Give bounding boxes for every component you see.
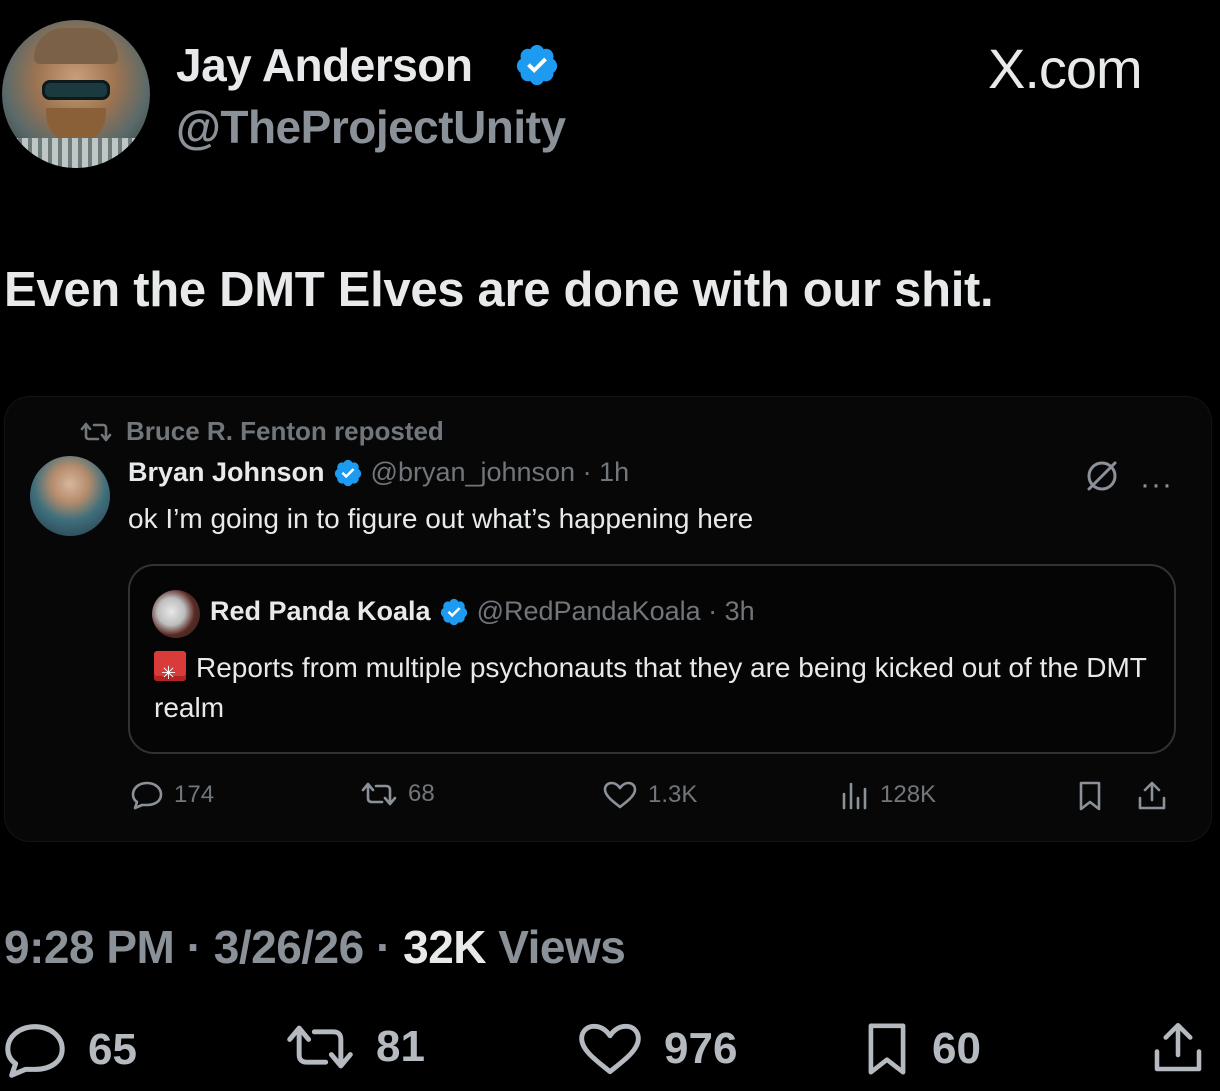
embedded-views-button[interactable]: 128K (840, 780, 936, 810)
verified-badge-icon (333, 458, 363, 488)
embedded-author-name[interactable]: Bryan Johnson (128, 457, 325, 488)
views-label: Views (486, 921, 626, 973)
verified-badge-icon (514, 42, 560, 88)
reply-icon (2, 1020, 68, 1080)
like-button[interactable]: 976 (576, 1020, 737, 1078)
embedded-like-button[interactable]: 1.3K (602, 780, 697, 810)
share-icon[interactable] (1150, 1020, 1206, 1076)
repost-button[interactable]: 81 (284, 1020, 425, 1074)
quoted-tweet-text: Reports from multiple psychonauts that t… (154, 652, 1147, 723)
like-count: 976 (664, 1024, 738, 1073)
brand-logo: X.com (988, 37, 1143, 100)
bookmark-count: 60 (932, 1024, 981, 1073)
repost-icon (284, 1020, 356, 1074)
heart-icon (576, 1020, 644, 1078)
embedded-reply-button[interactable]: 174 (130, 780, 214, 810)
author-avatar[interactable] (2, 20, 150, 168)
separator: · (174, 921, 214, 973)
quoted-author-name[interactable]: Red Panda Koala (210, 596, 431, 627)
action-bar: 65 81 976 60 (0, 1020, 1220, 1090)
separator: · (363, 921, 404, 973)
embedded-reply-count: 174 (174, 781, 215, 808)
repost-icon (360, 780, 398, 808)
tweet-date: 3/26/26 (213, 921, 364, 973)
quoted-tweet-text-block: Reports from multiple psychonauts that t… (154, 648, 1154, 728)
embedded-like-count: 1.3K (648, 781, 698, 808)
tweet-meta: 9:28 PM · 3/26/26 · 32K Views (4, 920, 626, 974)
embedded-author-row: Bryan Johnson @bryan_johnson · 1h (128, 457, 629, 488)
heart-icon (602, 780, 638, 810)
embedded-repost-count: 68 (408, 780, 435, 807)
embedded-action-bar: 174 68 1.3K 128K (130, 780, 1172, 820)
repost-label[interactable]: Bruce R. Fenton reposted (126, 416, 444, 447)
embedded-author-handle[interactable]: @bryan_johnson · 1h (371, 457, 630, 488)
tweet-text: Even the DMT Elves are done with our shi… (4, 263, 994, 317)
embedded-views-count: 128K (880, 781, 937, 808)
repost-icon (80, 420, 112, 444)
verified-badge-icon (439, 597, 469, 627)
repost-count: 81 (376, 1022, 425, 1071)
share-icon[interactable] (1136, 780, 1168, 812)
author-name[interactable]: Jay Anderson (176, 38, 473, 92)
author-handle[interactable]: @TheProjectUnity (176, 100, 566, 154)
quoted-author-handle[interactable]: @RedPandaKoala · 3h (477, 596, 755, 627)
reply-count: 65 (88, 1025, 137, 1074)
repost-indicator: Bruce R. Fenton reposted (80, 416, 444, 447)
views-count: 32K (403, 921, 487, 973)
quoted-author-avatar[interactable] (152, 590, 200, 638)
quoted-author-row: Red Panda Koala @RedPandaKoala · 3h (210, 596, 755, 627)
embedded-tweet-text: ok I’m going in to figure out what’s hap… (128, 503, 754, 534)
embedded-author-avatar[interactable] (30, 456, 110, 536)
more-options-icon[interactable]: ··· (1140, 468, 1173, 502)
bookmark-icon (862, 1020, 912, 1078)
analytics-icon (840, 780, 870, 810)
bookmark-button[interactable]: 60 (862, 1020, 981, 1078)
reply-icon (130, 780, 164, 810)
reply-button[interactable]: 65 (2, 1020, 137, 1080)
siren-icon (154, 651, 186, 693)
grok-icon[interactable] (1082, 456, 1122, 496)
bookmark-icon[interactable] (1076, 780, 1104, 812)
tweet-time: 9:28 PM (4, 921, 175, 973)
embedded-repost-button[interactable]: 68 (360, 780, 435, 808)
